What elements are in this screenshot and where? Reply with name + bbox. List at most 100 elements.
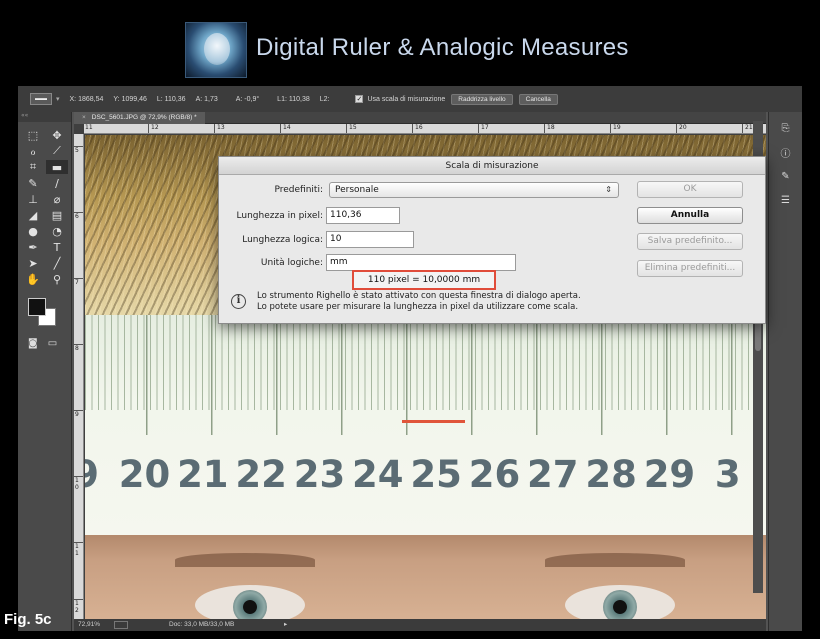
color-swatches[interactable] xyxy=(28,298,62,330)
measure-line[interactable] xyxy=(402,420,465,423)
pencil-tool-icon[interactable]: ∕ xyxy=(46,176,68,190)
ruler-number: 27 xyxy=(527,453,579,496)
panel-dock: ⎘ ⓘ ✎ ☰ xyxy=(768,112,802,631)
logical-length-field[interactable]: 10 xyxy=(326,231,414,248)
ruler-major-ticks xyxy=(85,315,762,435)
tool-preset-dropdown-icon[interactable]: ▾ xyxy=(56,95,60,103)
vruler-tick: 1 1 xyxy=(74,542,83,557)
measurement-scale-dialog: Scala di misurazione Predefiniti: Person… xyxy=(218,156,766,324)
tools-panel: «« ⬚ ✥ ℴ ⟋ ⌗ ▬ ✎ ∕ ⊥ ⌀ ◢ ▤ ● ◔ ✒ T ➤ ╱ ✋… xyxy=(18,112,72,631)
hruler-tick: 14 xyxy=(280,124,291,133)
dodge-tool-icon[interactable]: ◔ xyxy=(46,224,68,238)
type-tool-icon[interactable]: T xyxy=(46,240,68,254)
vertical-ruler: 5 6 7 8 9 1 0 1 1 1 2 xyxy=(74,134,84,619)
ruler-numbers: 9 20 21 22 23 24 25 26 27 28 29 3 xyxy=(85,453,757,503)
ruler-number: 26 xyxy=(468,453,521,496)
ruler-number: 3 xyxy=(714,453,741,496)
line-tool-icon[interactable]: ╱ xyxy=(46,256,68,270)
ruler-tool-preset[interactable]: ▬▬ xyxy=(30,93,52,105)
info-line-2: Lo potete usare per misurare la lunghezz… xyxy=(257,302,579,312)
ruler-tool-icon[interactable]: ▬ xyxy=(46,160,68,174)
path-select-icon[interactable]: ➤ xyxy=(22,256,44,270)
ruler-number: 28 xyxy=(585,453,637,496)
history-brush-icon[interactable]: ⌀ xyxy=(46,192,68,206)
use-measurement-scale-checkbox[interactable]: ✓ xyxy=(355,95,364,103)
eraser-tool-icon[interactable]: ◢ xyxy=(22,208,44,222)
foreground-color-swatch[interactable] xyxy=(28,298,46,316)
ruler-number: 23 xyxy=(293,453,346,496)
y-coordinate: Y: 1099,46 xyxy=(113,95,147,103)
brush-panel-icon[interactable]: ✎ xyxy=(775,168,797,184)
crop-tool-icon[interactable]: ⌗ xyxy=(22,160,44,174)
vruler-tick: 8 xyxy=(74,344,83,352)
info-panel-icon[interactable]: ⓘ xyxy=(775,144,797,160)
screen-mode-icon[interactable]: ▭ xyxy=(48,338,57,349)
width-readout: A: 1,73 xyxy=(195,95,218,103)
pixel-length-label: Lunghezza in pixel: xyxy=(236,210,323,221)
hruler-tick: 17 xyxy=(478,124,489,133)
cancel-button[interactable]: Annulla xyxy=(637,207,743,224)
use-measurement-scale-label: Usa scala di misurazione xyxy=(367,95,446,103)
vruler-tick: 1 2 xyxy=(74,599,83,614)
history-panel-icon[interactable]: ⎘ xyxy=(775,120,797,136)
horizontal-ruler: 11 12 13 14 15 16 17 18 19 20 21 xyxy=(84,124,766,134)
blur-tool-icon[interactable]: ● xyxy=(22,224,44,238)
article-banner: Digital Ruler & Analogic Measures xyxy=(0,0,820,84)
logical-units-label: Unità logiche: xyxy=(260,257,323,268)
hand-tool-icon[interactable]: ✋ xyxy=(22,272,44,286)
info-line-1: Lo strumento Righello è stato attivato c… xyxy=(257,291,581,301)
hruler-tick: 11 xyxy=(84,124,93,133)
gradient-tool-icon[interactable]: ▤ xyxy=(46,208,68,222)
banner-title: Digital Ruler & Analogic Measures xyxy=(256,34,629,61)
logical-units-field[interactable]: mm xyxy=(326,254,516,271)
hruler-tick: 15 xyxy=(346,124,357,133)
move-tool-icon[interactable]: ✥ xyxy=(46,128,68,142)
ruler-number: 29 xyxy=(643,453,696,496)
pixel-length-field[interactable]: 110,36 xyxy=(326,207,400,224)
vruler-tick: 1 0 xyxy=(74,476,83,491)
vruler-tick: 9 xyxy=(74,410,83,418)
save-preset-button[interactable]: Salva predefinito... xyxy=(637,233,743,250)
stamp-tool-icon[interactable]: ⊥ xyxy=(22,192,44,206)
document-tab[interactable]: × DSC_5601.JPG @ 72,9% (RGB/8) * xyxy=(74,112,205,124)
status-bar: 72,91% Doc: 33,0 MB/33,0 MB ▸ xyxy=(74,619,766,631)
status-menu-arrow-icon[interactable]: ▸ xyxy=(284,619,287,631)
brush-tool-icon[interactable]: ✎ xyxy=(22,176,44,190)
ruler-number: 21 xyxy=(177,453,229,496)
zoom-level[interactable]: 72,91% xyxy=(78,619,100,631)
clear-button[interactable]: Cancella xyxy=(518,93,558,105)
lasso-tool-icon[interactable]: ℴ xyxy=(22,144,44,158)
ok-button[interactable]: OK xyxy=(637,181,743,198)
document-tab-bar: × DSC_5601.JPG @ 72,9% (RGB/8) * xyxy=(74,112,766,124)
angle-readout: A: -0,9° xyxy=(235,95,260,103)
tools-panel-header[interactable]: «« xyxy=(18,112,71,122)
delete-preset-button[interactable]: Elimina predefiniti... xyxy=(637,260,743,277)
pen-tool-icon[interactable]: ✒ xyxy=(22,240,44,254)
status-preview-icon[interactable] xyxy=(114,621,128,629)
ruler-number: 22 xyxy=(235,453,287,496)
close-tab-icon[interactable]: × xyxy=(82,114,86,121)
adjustments-panel-icon[interactable]: ☰ xyxy=(775,192,797,208)
figure-label: Fig. 5c xyxy=(4,611,52,628)
preset-label: Predefiniti: xyxy=(274,185,324,195)
photo-face xyxy=(85,535,766,619)
marquee-tool-icon[interactable]: ⬚ xyxy=(22,128,44,142)
preset-select[interactable]: Personale ⇕ xyxy=(329,182,619,198)
quick-select-tool-icon[interactable]: ⟋ xyxy=(46,144,68,158)
zoom-tool-icon[interactable]: ⚲ xyxy=(46,272,68,286)
vruler-tick: 6 xyxy=(74,212,83,220)
ruler-number: 20 xyxy=(118,453,171,496)
document-info: Doc: 33,0 MB/33,0 MB xyxy=(169,621,235,628)
straighten-layer-button[interactable]: Raddrizza livello xyxy=(451,93,513,105)
quick-mask-icon[interactable]: ◙ xyxy=(28,338,38,349)
hruler-tick: 12 xyxy=(148,124,159,133)
ruler-number: 9 xyxy=(85,453,100,496)
dialog-title: Scala di misurazione xyxy=(219,157,765,175)
left-eyebrow xyxy=(175,553,315,567)
hruler-tick: 13 xyxy=(214,124,225,133)
hruler-tick: 20 xyxy=(676,124,687,133)
logical-length-label: Lunghezza logica: xyxy=(242,234,323,245)
vruler-tick: 7 xyxy=(74,278,83,286)
select-arrows-icon: ⇕ xyxy=(605,185,612,194)
ruler-number: 25 xyxy=(410,453,462,496)
